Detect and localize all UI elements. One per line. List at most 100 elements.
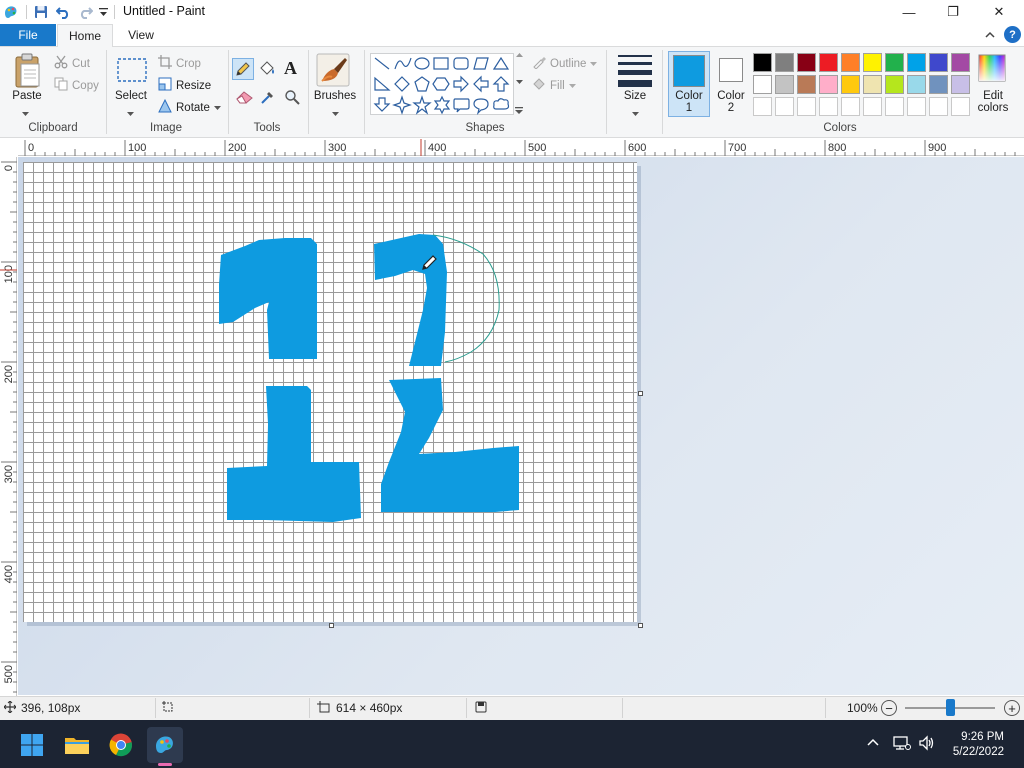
size-dropdown-icon[interactable] xyxy=(632,106,639,120)
palette-swatch[interactable] xyxy=(753,53,772,72)
left-arrow-shape-icon xyxy=(473,75,489,93)
shapes-gallery[interactable] xyxy=(370,53,514,115)
minimize-button[interactable]: — xyxy=(886,0,932,24)
palette-swatch-empty[interactable] xyxy=(885,97,904,116)
size-icon[interactable] xyxy=(618,55,652,87)
fill-dropdown-icon xyxy=(568,80,576,92)
close-button[interactable]: ✕ xyxy=(976,0,1022,24)
palette-swatch[interactable] xyxy=(863,75,882,94)
outline-icon xyxy=(532,55,546,72)
select-dropdown-icon[interactable] xyxy=(127,106,134,120)
fill-button[interactable]: Fill xyxy=(532,77,576,94)
volume-icon[interactable] xyxy=(918,735,936,754)
clock[interactable]: 9:26 PM 5/22/2022 xyxy=(940,730,1004,760)
palette-swatch[interactable] xyxy=(907,75,926,94)
zoom-in-button[interactable]: + xyxy=(1004,700,1020,716)
crop-button[interactable]: Crop xyxy=(158,55,201,72)
redo-icon[interactable] xyxy=(76,4,94,20)
ruler-label: 900 xyxy=(928,142,946,154)
palette-swatch[interactable] xyxy=(819,53,838,72)
palette-swatch[interactable] xyxy=(929,75,948,94)
canvas-resize-handle-corner[interactable] xyxy=(638,623,643,628)
color-picker-tool-icon[interactable] xyxy=(260,89,276,108)
palette-swatch[interactable] xyxy=(841,53,860,72)
paste-button[interactable]: Paste xyxy=(8,90,46,102)
undo-icon[interactable] xyxy=(54,4,72,20)
help-button[interactable]: ? xyxy=(1004,26,1021,43)
color2-swatch[interactable] xyxy=(719,58,743,82)
palette-swatch[interactable] xyxy=(907,53,926,72)
resize-icon xyxy=(158,77,172,94)
palette-swatch[interactable] xyxy=(797,53,816,72)
palette-swatch-empty[interactable] xyxy=(929,97,948,116)
ruler-label: 700 xyxy=(728,142,746,154)
color2-label[interactable]: Color 2 xyxy=(710,90,752,114)
text-tool-icon[interactable]: A xyxy=(284,58,297,79)
eraser-tool-icon[interactable] xyxy=(236,90,254,107)
select-icon[interactable] xyxy=(116,56,148,84)
palette-swatch-empty[interactable] xyxy=(775,97,794,116)
rotate-button[interactable]: Rotate xyxy=(158,98,221,116)
palette-swatch[interactable] xyxy=(885,75,904,94)
save-icon[interactable] xyxy=(32,4,50,20)
group-divider xyxy=(308,50,309,134)
palette-swatch-empty[interactable] xyxy=(819,97,838,116)
tab-view[interactable]: View xyxy=(115,24,167,46)
cut-button[interactable]: Cut xyxy=(54,55,90,72)
shapes-scroll[interactable] xyxy=(514,53,524,115)
qa-divider xyxy=(26,5,27,19)
fill-tool-icon[interactable] xyxy=(258,60,276,81)
chrome-icon[interactable] xyxy=(103,727,139,763)
zoom-slider-thumb[interactable] xyxy=(946,699,955,716)
paste-dropdown-icon[interactable] xyxy=(22,106,29,120)
color-palette[interactable] xyxy=(753,53,970,116)
palette-swatch[interactable] xyxy=(841,75,860,94)
palette-swatch[interactable] xyxy=(819,75,838,94)
palette-swatch-empty[interactable] xyxy=(907,97,926,116)
size-button[interactable]: Size xyxy=(614,90,656,102)
brushes-dropdown-icon[interactable] xyxy=(332,106,339,120)
resize-button[interactable]: Resize xyxy=(158,77,211,94)
palette-swatch[interactable] xyxy=(797,75,816,94)
canvas-resize-handle-right[interactable] xyxy=(638,391,643,396)
outline-button[interactable]: Outline xyxy=(532,55,598,72)
edit-colors-icon[interactable] xyxy=(978,54,1006,85)
zoom-out-button[interactable]: − xyxy=(881,700,897,716)
palette-swatch-empty[interactable] xyxy=(797,97,816,116)
canvas-resize-handle-bottom[interactable] xyxy=(329,623,334,628)
paint-icon[interactable] xyxy=(147,727,183,763)
palette-swatch[interactable] xyxy=(885,53,904,72)
palette-swatch-empty[interactable] xyxy=(841,97,860,116)
select-button[interactable]: Select xyxy=(112,90,150,102)
customize-quick-access-icon[interactable] xyxy=(97,4,109,20)
palette-swatch[interactable] xyxy=(951,75,970,94)
tab-file[interactable]: File xyxy=(0,24,56,46)
clipboard-group-label: Clipboard xyxy=(28,122,78,134)
network-icon[interactable] xyxy=(893,735,911,754)
maximize-button[interactable]: ❐ xyxy=(930,0,976,24)
file-explorer-icon[interactable] xyxy=(59,727,95,763)
palette-swatch-empty[interactable] xyxy=(753,97,772,116)
magnifier-tool-icon[interactable] xyxy=(284,89,300,108)
collapse-ribbon-icon[interactable] xyxy=(985,28,995,42)
palette-swatch[interactable] xyxy=(753,75,772,94)
brushes-button[interactable]: Brushes xyxy=(312,90,358,102)
palette-swatch[interactable] xyxy=(775,75,794,94)
line-shape-icon xyxy=(374,57,390,70)
palette-swatch[interactable] xyxy=(775,53,794,72)
cursor-position: 396, 108px xyxy=(21,701,81,715)
palette-swatch[interactable] xyxy=(929,53,948,72)
copy-button[interactable]: Copy xyxy=(54,77,99,94)
palette-swatch[interactable] xyxy=(951,53,970,72)
brushes-icon[interactable] xyxy=(316,53,350,90)
start-icon[interactable] xyxy=(14,727,50,763)
paint-app-icon[interactable] xyxy=(2,4,20,20)
paste-icon[interactable] xyxy=(8,52,48,92)
edit-colors-button[interactable]: Edit colors xyxy=(970,90,1016,114)
show-hidden-icons-icon[interactable] xyxy=(866,736,880,750)
palette-swatch[interactable] xyxy=(863,53,882,72)
palette-swatch-empty[interactable] xyxy=(863,97,882,116)
tab-home[interactable]: Home xyxy=(57,24,113,47)
pencil-tool-icon[interactable] xyxy=(232,58,254,80)
palette-swatch-empty[interactable] xyxy=(951,97,970,116)
